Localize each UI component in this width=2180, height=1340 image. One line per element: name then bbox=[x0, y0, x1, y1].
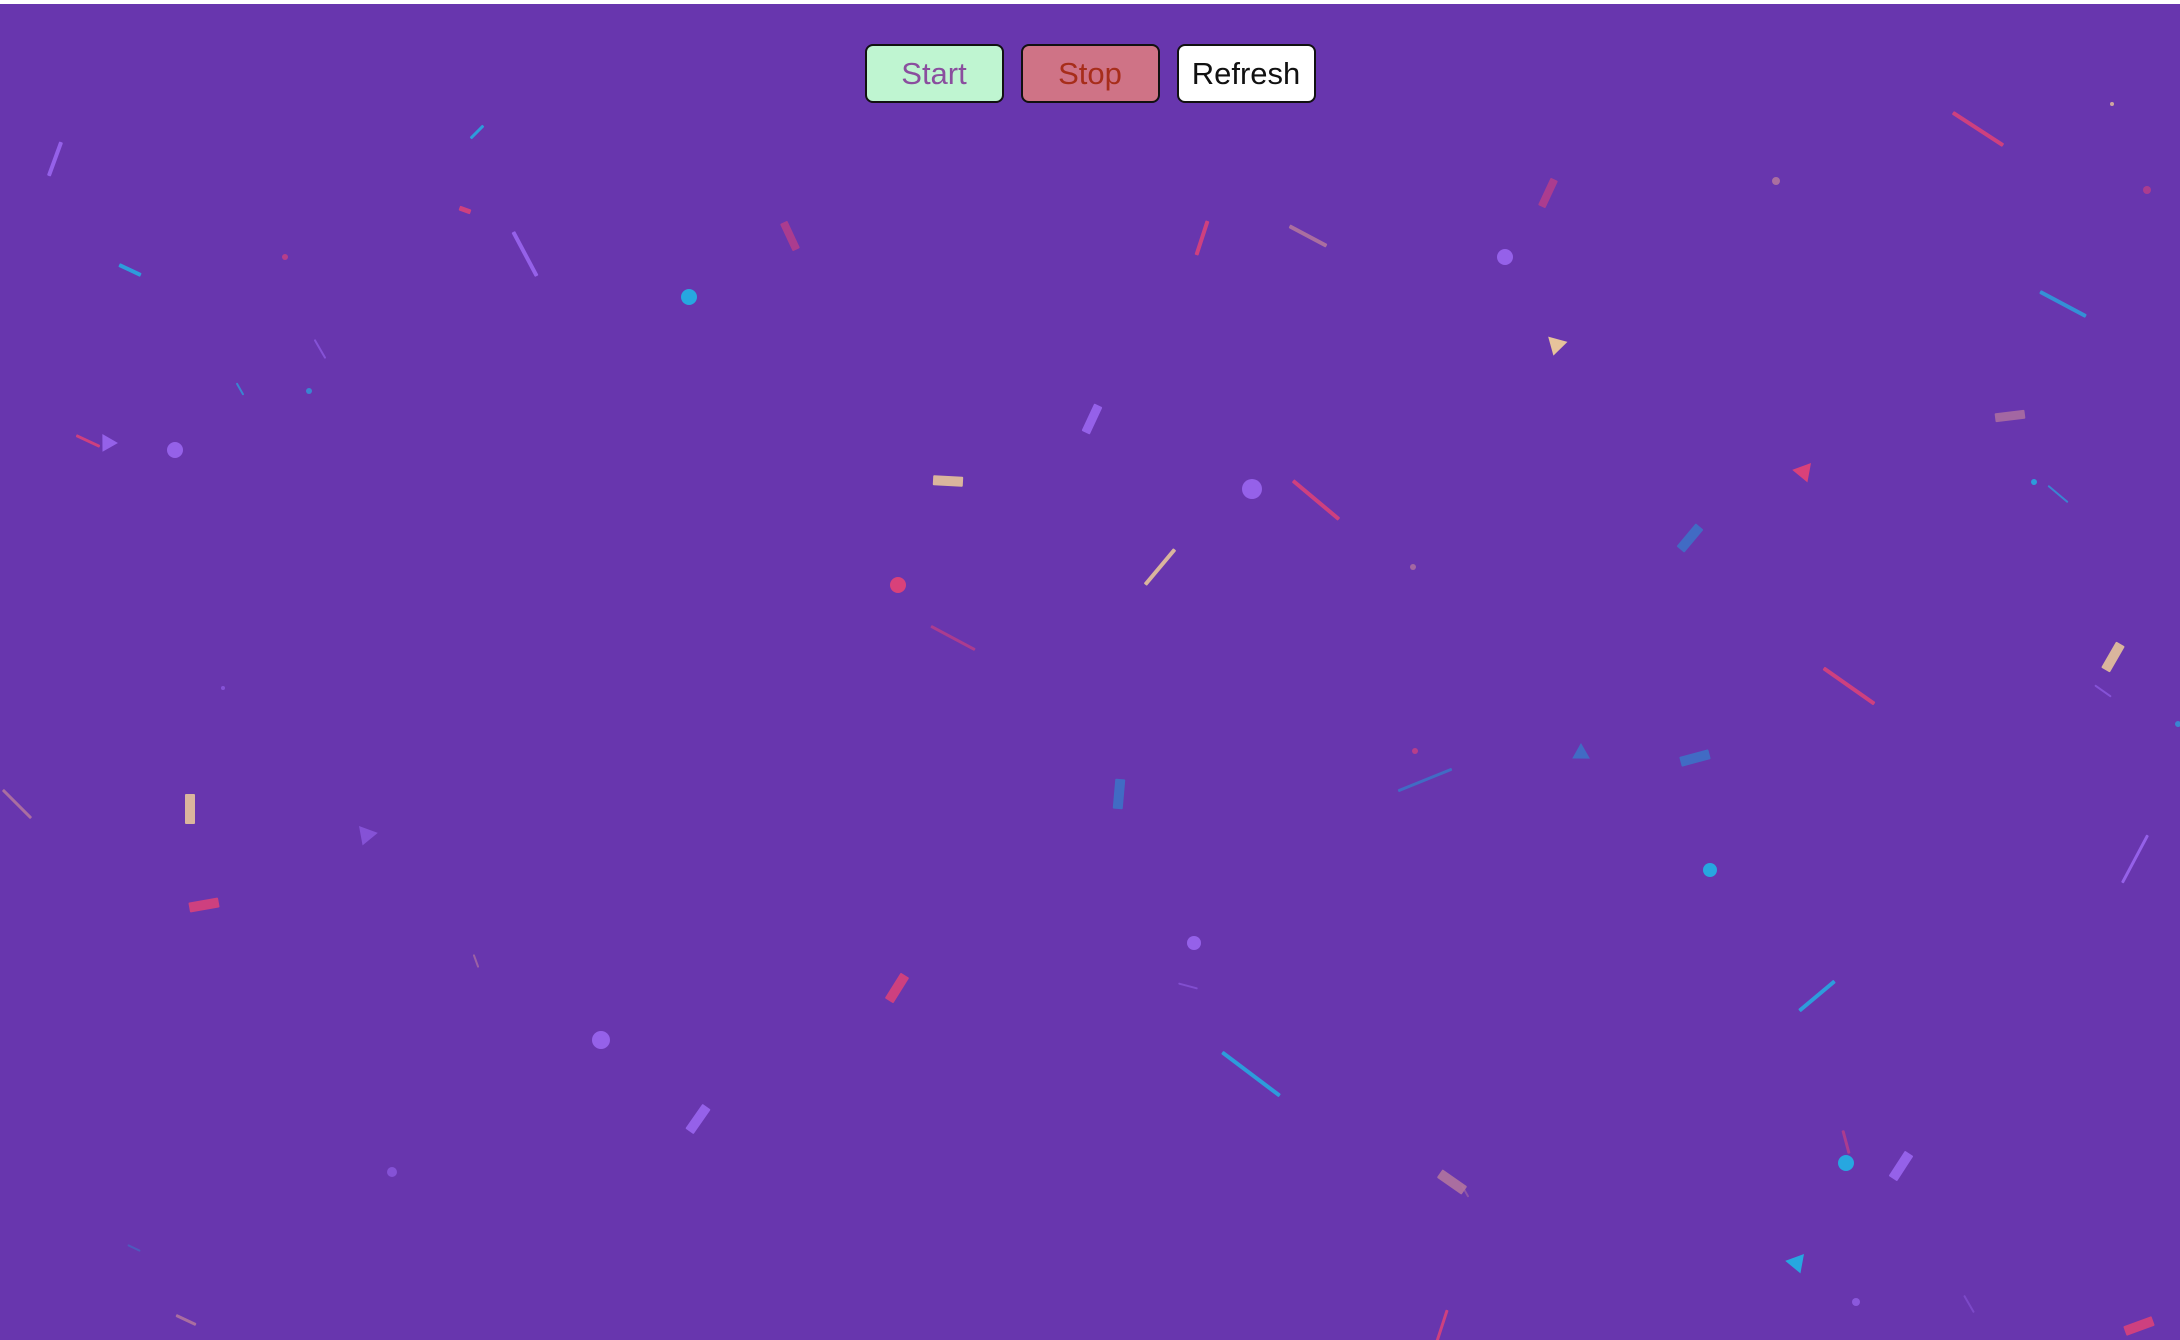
confetti-triangle bbox=[358, 826, 378, 846]
confetti-strip bbox=[1144, 548, 1176, 586]
confetti-bar bbox=[185, 794, 195, 824]
confetti-strip bbox=[511, 231, 539, 277]
confetti-dot bbox=[1497, 249, 1513, 265]
confetti-bar bbox=[1676, 523, 1704, 553]
confetti-dot bbox=[2175, 721, 2180, 727]
confetti-dot bbox=[1772, 177, 1780, 185]
confetti-strip bbox=[1221, 1051, 1281, 1097]
confetti-strip bbox=[175, 1314, 197, 1326]
confetti-dot bbox=[387, 1167, 397, 1177]
confetti-dot bbox=[2031, 479, 2037, 485]
confetti-dot bbox=[1412, 748, 1418, 754]
confetti-canvas: Start Stop Refresh bbox=[0, 4, 2180, 1340]
confetti-bar bbox=[1679, 749, 1711, 767]
confetti-strip bbox=[47, 141, 63, 177]
confetti-strip bbox=[236, 382, 244, 396]
confetti-dot bbox=[1242, 479, 1262, 499]
confetti-dot bbox=[1852, 1298, 1860, 1306]
confetti-strip bbox=[930, 625, 976, 651]
confetti-strip bbox=[1963, 1295, 1975, 1313]
confetti-bar bbox=[1112, 778, 1126, 810]
confetti-triangle bbox=[1792, 463, 1812, 483]
confetti-bar bbox=[188, 897, 220, 913]
confetti-strip bbox=[1178, 982, 1198, 990]
confetti-dot bbox=[221, 686, 225, 690]
confetti-dot bbox=[167, 442, 183, 458]
confetti-strip bbox=[2094, 684, 2112, 698]
confetti-bar bbox=[932, 475, 964, 487]
confetti-bar bbox=[1081, 403, 1103, 435]
confetti-dot bbox=[282, 254, 288, 260]
confetti-strip bbox=[1822, 666, 1876, 706]
confetti-bar bbox=[780, 221, 800, 251]
confetti-strip bbox=[2047, 485, 2069, 503]
confetti-bar bbox=[685, 1104, 711, 1134]
confetti-strip bbox=[1288, 224, 1328, 248]
start-button[interactable]: Start bbox=[864, 44, 1004, 103]
confetti-dot bbox=[1410, 564, 1416, 570]
confetti-strip bbox=[458, 205, 472, 215]
confetti-strip bbox=[1952, 111, 2004, 147]
confetti-strip bbox=[1841, 1130, 1851, 1154]
confetti-strip bbox=[469, 124, 485, 140]
confetti-bar bbox=[1437, 1169, 1467, 1195]
confetti-dot bbox=[1703, 863, 1717, 877]
confetti-strip bbox=[2039, 290, 2087, 318]
confetti-strip bbox=[472, 954, 480, 968]
confetti-strip bbox=[1194, 220, 1210, 256]
confetti-strip bbox=[118, 263, 142, 277]
confetti-strip bbox=[2121, 834, 2149, 884]
confetti-dot bbox=[306, 388, 312, 394]
confetti-dot bbox=[890, 577, 906, 593]
confetti-triangle bbox=[1785, 1254, 1805, 1274]
confetti-bar bbox=[1994, 409, 2026, 423]
confetti-dot bbox=[1838, 1155, 1854, 1171]
confetti-strip bbox=[127, 1244, 141, 1252]
confetti-strip bbox=[314, 339, 326, 359]
confetti-strip bbox=[2, 789, 32, 819]
confetti-strip bbox=[1397, 768, 1453, 792]
confetti-strip bbox=[1433, 1309, 1449, 1340]
confetti-dot bbox=[1187, 936, 1201, 950]
confetti-bar bbox=[885, 973, 909, 1003]
confetti-dot bbox=[2143, 186, 2151, 194]
confetti-bar bbox=[1538, 178, 1558, 208]
confetti-layer bbox=[2, 102, 2180, 1340]
confetti-strip bbox=[1798, 980, 1836, 1012]
confetti-dot bbox=[681, 289, 697, 305]
confetti-dot bbox=[592, 1031, 610, 1049]
confetti-bar bbox=[2123, 1316, 2155, 1336]
control-toolbar: Start Stop Refresh bbox=[0, 44, 2180, 103]
refresh-button[interactable]: Refresh bbox=[1176, 44, 1316, 103]
confetti-triangle bbox=[1548, 336, 1568, 356]
confetti-triangle bbox=[1572, 743, 1590, 759]
stop-button[interactable]: Stop bbox=[1020, 44, 1160, 103]
confetti-strip bbox=[1292, 479, 1340, 521]
confetti-bar bbox=[2101, 641, 2125, 673]
confetti-bar bbox=[1889, 1151, 1913, 1181]
confetti-strip bbox=[75, 434, 101, 448]
